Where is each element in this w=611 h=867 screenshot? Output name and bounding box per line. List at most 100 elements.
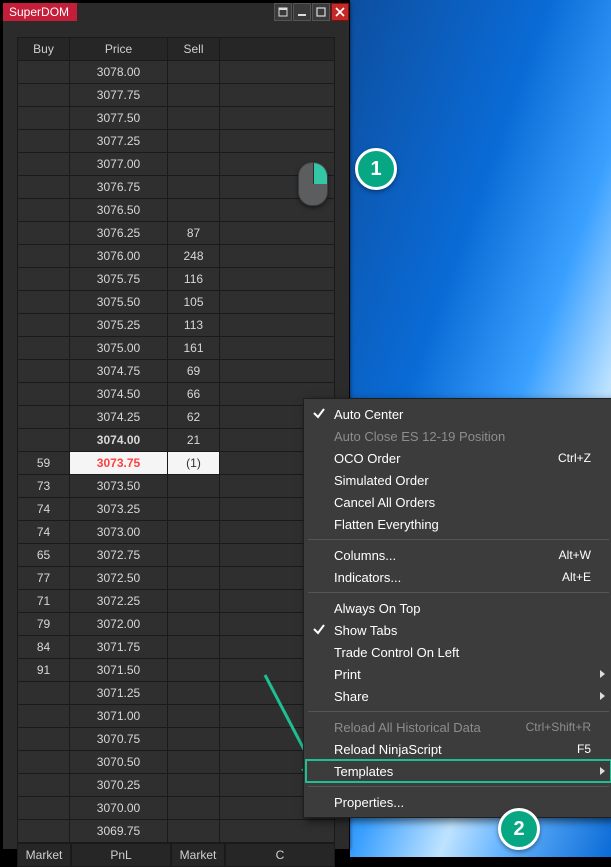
price-cell[interactable]: 3072.00	[70, 613, 168, 636]
footer-price[interactable]: PnL	[71, 843, 171, 867]
sell-cell[interactable]	[168, 521, 220, 544]
dom-row[interactable]: 743073.00	[18, 521, 335, 544]
sell-cell[interactable]: 21	[168, 429, 220, 452]
menu-item[interactable]: Always On Top	[306, 597, 611, 619]
price-cell[interactable]: 3071.50	[70, 659, 168, 682]
menu-item[interactable]: Reload NinjaScriptF5	[306, 738, 611, 760]
dom-row[interactable]: 733073.50	[18, 475, 335, 498]
sell-cell[interactable]	[168, 176, 220, 199]
menu-item[interactable]: Print	[306, 663, 611, 685]
minimize-button[interactable]	[293, 3, 311, 21]
menu-item[interactable]: Properties...	[306, 791, 611, 813]
menu-item[interactable]: Show Tabs	[306, 619, 611, 641]
sell-cell[interactable]	[168, 751, 220, 774]
sell-cell[interactable]	[168, 613, 220, 636]
buy-cell[interactable]	[18, 314, 70, 337]
price-cell[interactable]: 3071.75	[70, 636, 168, 659]
dom-row[interactable]: 3070.75	[18, 728, 335, 751]
dom-row[interactable]: 843071.75	[18, 636, 335, 659]
price-cell[interactable]: 3070.25	[70, 774, 168, 797]
buy-cell[interactable]: 73	[18, 475, 70, 498]
sell-cell[interactable]	[168, 682, 220, 705]
price-cell[interactable]: 3075.50	[70, 291, 168, 314]
sell-cell[interactable]	[168, 774, 220, 797]
buy-cell[interactable]	[18, 682, 70, 705]
buy-cell[interactable]	[18, 199, 70, 222]
buy-cell[interactable]	[18, 222, 70, 245]
footer-buy[interactable]: Market	[17, 843, 71, 867]
sell-cell[interactable]	[168, 636, 220, 659]
menu-item[interactable]: Flatten Everything	[306, 513, 611, 535]
sell-cell[interactable]	[168, 567, 220, 590]
window-titlebar[interactable]: SuperDOM	[3, 3, 349, 21]
buy-cell[interactable]: 74	[18, 521, 70, 544]
buy-cell[interactable]	[18, 61, 70, 84]
dom-row[interactable]: 3075.50105	[18, 291, 335, 314]
buy-cell[interactable]: 79	[18, 613, 70, 636]
price-cell[interactable]: 3070.50	[70, 751, 168, 774]
price-cell[interactable]: 3073.50	[70, 475, 168, 498]
dom-row[interactable]: 3074.5066	[18, 383, 335, 406]
dom-row[interactable]: 3077.00	[18, 153, 335, 176]
buy-cell[interactable]	[18, 245, 70, 268]
price-cell[interactable]: 3070.75	[70, 728, 168, 751]
price-cell[interactable]: 3073.00	[70, 521, 168, 544]
buy-cell[interactable]: 77	[18, 567, 70, 590]
dom-row[interactable]: 653072.75	[18, 544, 335, 567]
buy-cell[interactable]: 71	[18, 590, 70, 613]
sell-cell[interactable]: 69	[168, 360, 220, 383]
menu-item[interactable]: Share	[306, 685, 611, 707]
buy-cell[interactable]	[18, 291, 70, 314]
buy-cell[interactable]	[18, 176, 70, 199]
col-header-sell[interactable]: Sell	[168, 38, 220, 61]
price-cell[interactable]: 3073.25	[70, 498, 168, 521]
col-header-buy[interactable]: Buy	[18, 38, 70, 61]
buy-cell[interactable]	[18, 820, 70, 843]
price-cell[interactable]: 3075.25	[70, 314, 168, 337]
price-cell[interactable]: 3071.00	[70, 705, 168, 728]
dom-row[interactable]: 3070.50	[18, 751, 335, 774]
sell-cell[interactable]: 248	[168, 245, 220, 268]
menu-item[interactable]: Cancel All Orders	[306, 491, 611, 513]
footer-sell[interactable]: Market	[171, 843, 225, 867]
sell-cell[interactable]	[168, 659, 220, 682]
buy-cell[interactable]	[18, 268, 70, 291]
price-cell[interactable]: 3072.50	[70, 567, 168, 590]
sell-cell[interactable]	[168, 199, 220, 222]
price-cell[interactable]: 3072.25	[70, 590, 168, 613]
menu-item[interactable]: Simulated Order	[306, 469, 611, 491]
price-cell[interactable]: 3074.00	[70, 429, 168, 452]
buy-cell[interactable]: 65	[18, 544, 70, 567]
price-cell[interactable]: 3075.00	[70, 337, 168, 360]
maximize-button[interactable]	[312, 3, 330, 21]
price-cell[interactable]: 3069.75	[70, 820, 168, 843]
buy-cell[interactable]	[18, 751, 70, 774]
buy-cell[interactable]	[18, 337, 70, 360]
sell-cell[interactable]: 66	[168, 383, 220, 406]
buy-cell[interactable]: 91	[18, 659, 70, 682]
dom-row[interactable]: 3074.0021	[18, 429, 335, 452]
sell-cell[interactable]	[168, 130, 220, 153]
price-cell[interactable]: 3075.75	[70, 268, 168, 291]
sell-cell[interactable]	[168, 475, 220, 498]
dom-row[interactable]: 3074.7569	[18, 360, 335, 383]
dom-row[interactable]: 3069.75	[18, 820, 335, 843]
dom-row[interactable]: 3070.00	[18, 797, 335, 820]
dom-row[interactable]: 593073.75(1)	[18, 452, 335, 475]
buy-cell[interactable]	[18, 728, 70, 751]
dom-row[interactable]: 3071.25	[18, 682, 335, 705]
close-button[interactable]	[331, 3, 349, 21]
sell-cell[interactable]: 161	[168, 337, 220, 360]
sell-cell[interactable]	[168, 107, 220, 130]
menu-item[interactable]: Trade Control On Left	[306, 641, 611, 663]
price-cell[interactable]: 3076.25	[70, 222, 168, 245]
menu-item[interactable]: Auto Center	[306, 403, 611, 425]
price-cell[interactable]: 3074.50	[70, 383, 168, 406]
dom-row[interactable]: 3075.25113	[18, 314, 335, 337]
sell-cell[interactable]	[168, 84, 220, 107]
buy-cell[interactable]	[18, 429, 70, 452]
context-menu[interactable]: Auto CenterAuto Close ES 12-19 PositionO…	[303, 398, 611, 818]
buy-cell[interactable]	[18, 84, 70, 107]
col-header-price[interactable]: Price	[70, 38, 168, 61]
sell-cell[interactable]	[168, 590, 220, 613]
